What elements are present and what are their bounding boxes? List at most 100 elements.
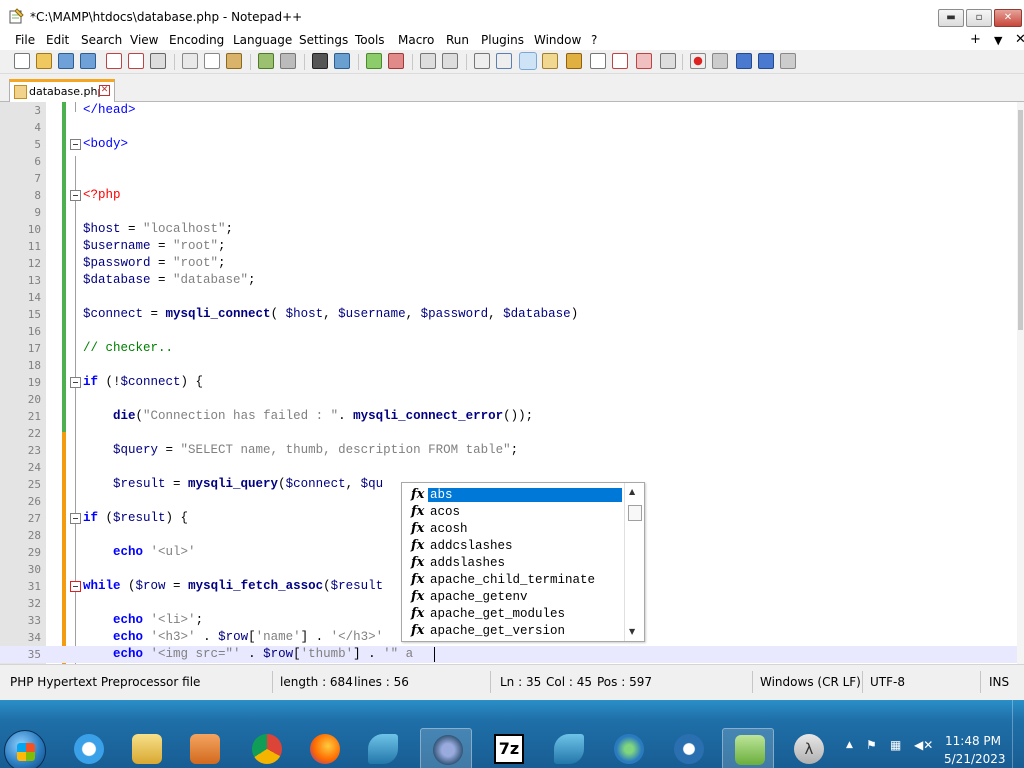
code-line[interactable]: 24 [0,459,1018,476]
close-document-x[interactable]: ✕ [1015,32,1024,47]
code-line[interactable]: 12 $password = "root"; [0,255,1018,272]
tab-close-icon[interactable]: ✕ [99,85,110,96]
menu-view[interactable]: View [130,33,158,47]
autocomplete-item[interactable]: fx acos [402,504,626,521]
replace-icon[interactable] [334,53,350,69]
code-line[interactable]: 23 $query = "SELECT name, thumb, descrip… [0,442,1018,459]
new-tab-plus[interactable]: + [970,32,981,47]
save-all-icon[interactable] [80,53,96,69]
autocomplete-item[interactable]: fx abs [402,487,626,504]
word-wrap-icon[interactable] [474,53,490,69]
stop-macro-icon[interactable] [712,53,728,69]
autocomplete-scroll-thumb[interactable] [628,505,642,521]
code-line[interactable]: 5 <body> [0,136,1018,153]
autocomplete-item[interactable]: fx apache_get_version [402,623,626,640]
autocomplete-item[interactable]: fx addslashes [402,555,626,572]
status-encoding[interactable]: UTF-8 [870,675,905,689]
menu-file[interactable]: File [15,33,35,47]
autocomplete-scrollbar[interactable]: ▲ ▼ [624,483,644,641]
code-line[interactable]: 20 [0,391,1018,408]
tray-expand-icon[interactable]: ▲ [846,740,853,750]
print-icon[interactable] [150,53,166,69]
paste-icon[interactable] [226,53,242,69]
menu-help[interactable]: ? [591,33,597,47]
indent-guide-icon[interactable] [519,52,537,70]
fold-toggle-icon[interactable] [70,139,81,150]
scrollbar-thumb[interactable] [1018,110,1023,330]
code-line[interactable]: 13 $database = "database"; [0,272,1018,289]
code-line[interactable]: 14 [0,289,1018,306]
open-file-icon[interactable] [36,53,52,69]
menu-encoding[interactable]: Encoding [169,33,224,47]
fold-toggle-icon[interactable] [70,190,81,201]
taskbar-lambda-tool[interactable]: λ [782,728,834,768]
record-macro-icon[interactable] [690,53,706,69]
menu-plugins[interactable]: Plugins [481,33,524,47]
taskbar-media-player[interactable] [178,728,230,768]
taskbar-file-explorer[interactable] [120,728,172,768]
save-icon[interactable] [58,53,74,69]
taskbar-firefox[interactable] [298,728,350,768]
code-line[interactable]: 4 [0,119,1018,136]
copy-icon[interactable] [204,53,220,69]
play-macro-icon[interactable] [736,53,752,69]
show-desktop-button[interactable] [1012,700,1024,768]
close-all-icon[interactable] [128,53,144,69]
scroll-down-arrow-icon[interactable]: ▼ [629,627,635,636]
autocomplete-item[interactable]: fx apache_get_modules [402,606,626,623]
menu-window[interactable]: Window [534,33,581,47]
code-line[interactable]: 19 if (!$connect) { [0,374,1018,391]
status-eol[interactable]: Windows (CR LF) [760,675,861,689]
find-icon[interactable] [312,53,328,69]
autocomplete-item[interactable]: fx apache_getenv [402,589,626,606]
tab-database-php[interactable]: database.php ✕ [9,79,115,102]
menu-language[interactable]: Language [233,33,292,47]
show-all-chars-icon[interactable] [496,53,512,69]
view-icon[interactable] [660,53,676,69]
code-line[interactable]: 9 [0,204,1018,221]
run-macro-multiple-icon[interactable] [758,53,774,69]
document-map-icon[interactable] [566,53,582,69]
autocomplete-item[interactable]: fx addcslashes [402,538,626,555]
menu-search[interactable]: Search [81,33,122,47]
zoom-out-icon[interactable] [388,53,404,69]
tab-list-dropdown[interactable]: ▼ [994,34,1002,47]
minimize-button[interactable]: ▬ [938,9,964,27]
clock-date[interactable]: 5/21/2023 [944,752,1006,766]
taskbar-remote-tool[interactable] [662,728,714,768]
taskbar-globe-tool[interactable] [602,728,654,768]
redo-icon[interactable] [280,53,296,69]
code-line[interactable]: 7 [0,170,1018,187]
menu-run[interactable]: Run [446,33,469,47]
sync-horizontal-icon[interactable] [442,53,458,69]
fold-toggle-icon[interactable] [70,581,81,592]
fold-toggle-icon[interactable] [70,513,81,524]
code-line[interactable]: 22 [0,425,1018,442]
new-file-icon[interactable] [14,53,30,69]
monitoring-icon[interactable] [636,53,652,69]
user-language-icon[interactable] [542,53,558,69]
code-line[interactable]: 3 </head> [0,102,1018,119]
menu-macro[interactable]: Macro [398,33,434,47]
vertical-scrollbar[interactable] [1017,102,1024,664]
function-list-icon[interactable] [590,53,606,69]
autocomplete-item[interactable]: fx apache_child_terminate [402,572,626,589]
folder-as-workspace-icon[interactable] [612,53,628,69]
code-line[interactable]: 17 // checker.. [0,340,1018,357]
taskbar-7zip[interactable]: 7z [482,728,534,768]
code-line[interactable]: 11 $username = "root"; [0,238,1018,255]
code-line[interactable]: 6 [0,153,1018,170]
code-line[interactable]: 18 [0,357,1018,374]
close-button[interactable]: ✕ [994,9,1022,27]
cut-icon[interactable] [182,53,198,69]
taskbar-mysql-workbench-2[interactable] [542,728,594,768]
undo-icon[interactable] [258,53,274,69]
close-file-icon[interactable] [106,53,122,69]
action-center-flag-icon[interactable]: ⚑ [866,738,877,752]
taskbar-chrome[interactable] [240,728,292,768]
volume-muted-icon[interactable]: ◀✕ [914,738,933,752]
code-line[interactable]: 10 $host = "localhost"; [0,221,1018,238]
zoom-in-icon[interactable] [366,53,382,69]
code-line[interactable]: 15 $connect = mysqli_connect( $host, $use… [0,306,1018,323]
taskbar-network-tool[interactable] [420,728,472,768]
